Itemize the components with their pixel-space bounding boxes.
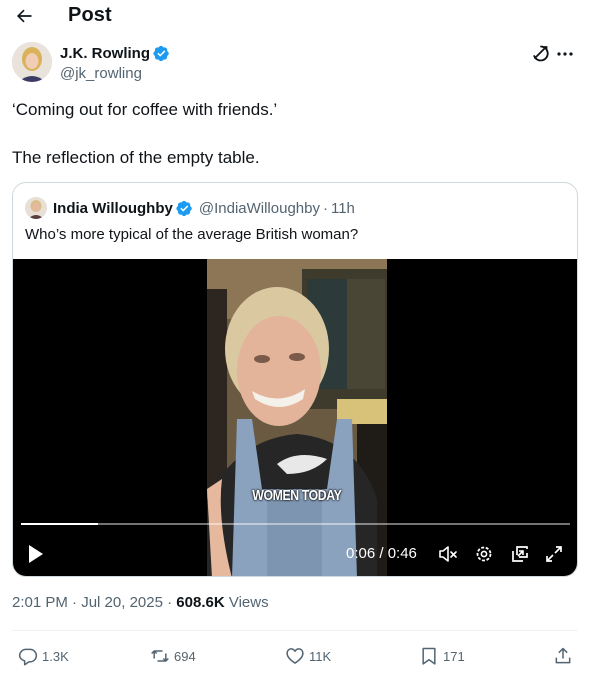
bookmark-count: 171	[443, 648, 465, 664]
avatar[interactable]	[12, 42, 52, 82]
post-date[interactable]: Jul 20, 2025	[81, 594, 163, 611]
quoted-avatar[interactable]	[25, 197, 47, 219]
separator-dot: ·	[322, 199, 328, 217]
separator-dot: ·	[72, 594, 78, 611]
video-progress-bar[interactable]	[21, 523, 570, 525]
more-dots-icon	[557, 52, 573, 56]
post-text-line: The reflection of the empty table.	[12, 148, 260, 167]
bookmark-icon	[422, 647, 436, 665]
views-label: Views	[228, 594, 269, 611]
quoted-post[interactable]: India Willoughby @IndiaWilloughby · 11h …	[12, 182, 578, 577]
fullscreen-button[interactable]	[543, 543, 565, 565]
separator-dot: ·	[167, 594, 173, 611]
quoted-author-name[interactable]: India Willoughby	[53, 200, 173, 217]
more-options-button[interactable]	[555, 44, 575, 64]
verified-badge-icon	[176, 200, 192, 216]
reply-count: 1.3K	[42, 648, 69, 664]
author-handle[interactable]: @jk_rowling	[60, 65, 142, 82]
picture-in-picture-button[interactable]	[509, 543, 531, 565]
repost-count: 694	[174, 648, 196, 664]
reply-icon	[18, 648, 38, 666]
top-bar: Post	[0, 0, 589, 34]
page-title: Post	[68, 4, 112, 26]
expand-icon	[546, 546, 562, 562]
like-button[interactable]: 11K	[285, 644, 331, 668]
post-text-line: ‘Coming out for coffee with friends.’	[12, 100, 278, 119]
quoted-author-handle[interactable]: @IndiaWilloughby	[199, 200, 320, 217]
action-bar: 1.3K 694 11K 171	[0, 640, 589, 672]
repost-button[interactable]: 694	[150, 644, 196, 668]
verified-badge-icon	[153, 45, 169, 62]
arrow-left-icon	[16, 9, 32, 23]
gear-icon	[476, 546, 492, 562]
like-count: 11K	[309, 648, 332, 664]
play-button[interactable]	[27, 544, 45, 564]
mute-button[interactable]	[437, 543, 459, 565]
post-meta: 2:01 PM · Jul 20, 2025 · 608.6K Views	[12, 594, 269, 611]
share-button[interactable]	[553, 644, 573, 668]
video-caption: WOMEN TODAY	[252, 487, 342, 504]
views-count: 608.6K	[176, 594, 225, 611]
video-player[interactable]: WOMEN TODAY 0:06 / 0:46	[13, 259, 577, 576]
bookmark-button[interactable]: 171	[419, 644, 465, 668]
repost-icon	[151, 650, 169, 662]
author-name-text: J.K. Rowling	[60, 45, 150, 62]
video-frame	[207, 259, 387, 576]
share-icon	[555, 647, 571, 664]
volume-muted-icon	[439, 546, 457, 562]
back-button[interactable]	[12, 4, 36, 28]
pip-icon	[512, 546, 528, 562]
post-author: J.K. Rowling @jk_rowling	[12, 42, 577, 86]
video-progress-fill	[21, 523, 98, 525]
quoted-timestamp[interactable]: 11h	[331, 200, 355, 217]
divider	[12, 630, 578, 631]
heart-icon	[286, 648, 304, 664]
play-icon	[29, 545, 43, 563]
author-name[interactable]: J.K. Rowling	[60, 45, 170, 62]
reply-button[interactable]: 1.3K	[18, 644, 69, 668]
quoted-post-header: India Willoughby @IndiaWilloughby · 11h	[25, 197, 355, 219]
video-time: 0:06 / 0:46	[346, 545, 417, 562]
post-time[interactable]: 2:01 PM	[12, 594, 68, 611]
grok-button[interactable]	[531, 44, 551, 64]
grok-icon	[533, 45, 549, 62]
settings-button[interactable]	[473, 543, 495, 565]
quoted-post-text: Who’s more typical of the average Britis…	[25, 226, 359, 243]
